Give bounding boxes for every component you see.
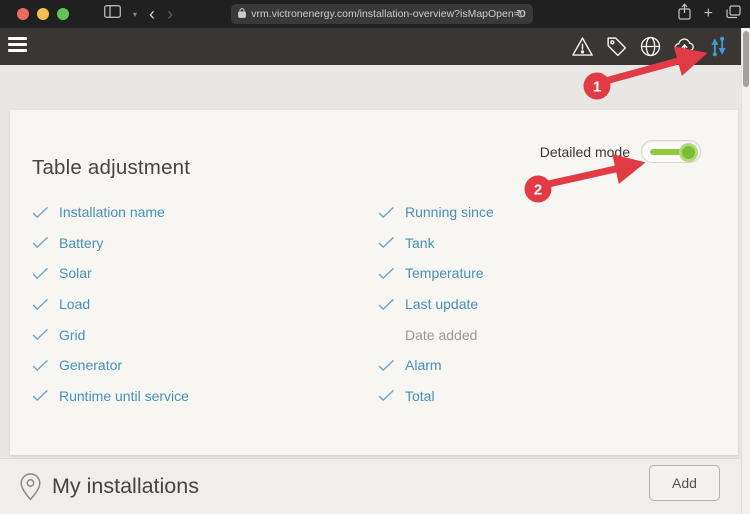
share-icon[interactable] xyxy=(678,3,691,25)
cloud-sync-icon[interactable] xyxy=(673,35,696,58)
list-item[interactable]: Grid xyxy=(32,319,189,350)
forward-icon[interactable]: › xyxy=(167,0,173,28)
lock-icon xyxy=(238,5,246,23)
list-item[interactable]: Date added xyxy=(378,319,494,350)
annotation-number-1: 1 xyxy=(593,79,601,96)
check-icon xyxy=(32,328,49,341)
check-icon xyxy=(378,359,395,372)
list-item[interactable]: Load xyxy=(32,289,189,320)
add-button[interactable]: Add xyxy=(649,465,720,501)
check-icon xyxy=(378,206,395,219)
menu-icon[interactable] xyxy=(8,37,28,55)
check-icon xyxy=(32,359,49,372)
globe-icon[interactable] xyxy=(639,35,662,58)
column-sliders-icon[interactable] xyxy=(707,35,730,58)
alert-triangle-icon[interactable] xyxy=(571,35,594,58)
minimize-window-button[interactable] xyxy=(37,8,49,20)
toggle-knob[interactable] xyxy=(679,143,698,162)
chevron-down-icon[interactable]: ▾ xyxy=(133,10,137,19)
table-adjustment-panel: Table adjustment Detailed mode Installat… xyxy=(10,110,738,455)
zoom-window-button[interactable] xyxy=(57,8,69,20)
list-item[interactable]: Alarm xyxy=(378,350,494,381)
check-icon xyxy=(378,298,395,311)
list-item[interactable]: Generator xyxy=(32,350,189,381)
check-icon xyxy=(32,389,49,402)
detailed-mode-toggle[interactable] xyxy=(641,140,701,163)
list-item[interactable]: Temperature xyxy=(378,258,494,289)
list-item[interactable]: Solar xyxy=(32,258,189,289)
detailed-mode-label: Detailed mode xyxy=(540,144,630,160)
list-item[interactable]: Battery xyxy=(32,228,189,259)
back-icon[interactable]: ‹ xyxy=(149,0,155,28)
sidebar-icon[interactable] xyxy=(104,5,121,23)
scrollbar[interactable] xyxy=(741,28,750,514)
check-icon xyxy=(32,267,49,280)
location-pin-icon xyxy=(18,472,43,507)
check-icon xyxy=(378,236,395,249)
app-navbar xyxy=(0,28,741,65)
check-icon xyxy=(32,298,49,311)
panel-title: Table adjustment xyxy=(32,156,190,180)
check-icon xyxy=(32,236,49,249)
list-item[interactable]: Running since xyxy=(378,197,494,228)
browser-chrome: ▾ ‹ › vrm.victronenergy.com/installation… xyxy=(0,0,750,28)
check-icon xyxy=(378,389,395,402)
list-item[interactable]: Total xyxy=(378,381,494,412)
window-controls xyxy=(17,8,69,20)
check-icon xyxy=(378,267,395,280)
my-installations-bar: My installations Add xyxy=(0,458,741,514)
list-item[interactable]: Installation name xyxy=(32,197,189,228)
scrollbar-thumb[interactable] xyxy=(743,31,749,87)
tab-overview-icon[interactable] xyxy=(726,5,741,24)
list-item[interactable]: Runtime until service xyxy=(32,381,189,412)
url-text: vrm.victronenergy.com/installation-overv… xyxy=(251,8,525,20)
check-icon xyxy=(32,206,49,219)
close-window-button[interactable] xyxy=(17,8,29,20)
list-item[interactable]: Last update xyxy=(378,289,494,320)
address-bar[interactable]: vrm.victronenergy.com/installation-overv… xyxy=(231,4,533,24)
reload-icon[interactable]: ↻ xyxy=(516,4,526,24)
tag-icon[interactable] xyxy=(605,35,628,58)
new-tab-icon[interactable]: + xyxy=(704,5,713,23)
column-left: Installation name Battery Solar Load Gri… xyxy=(32,197,189,411)
list-item[interactable]: Tank xyxy=(378,228,494,259)
column-right: Running since Tank Temperature Last upda… xyxy=(378,197,494,411)
annotation-badge-1 xyxy=(584,73,611,100)
page-title: My installations xyxy=(52,474,199,499)
